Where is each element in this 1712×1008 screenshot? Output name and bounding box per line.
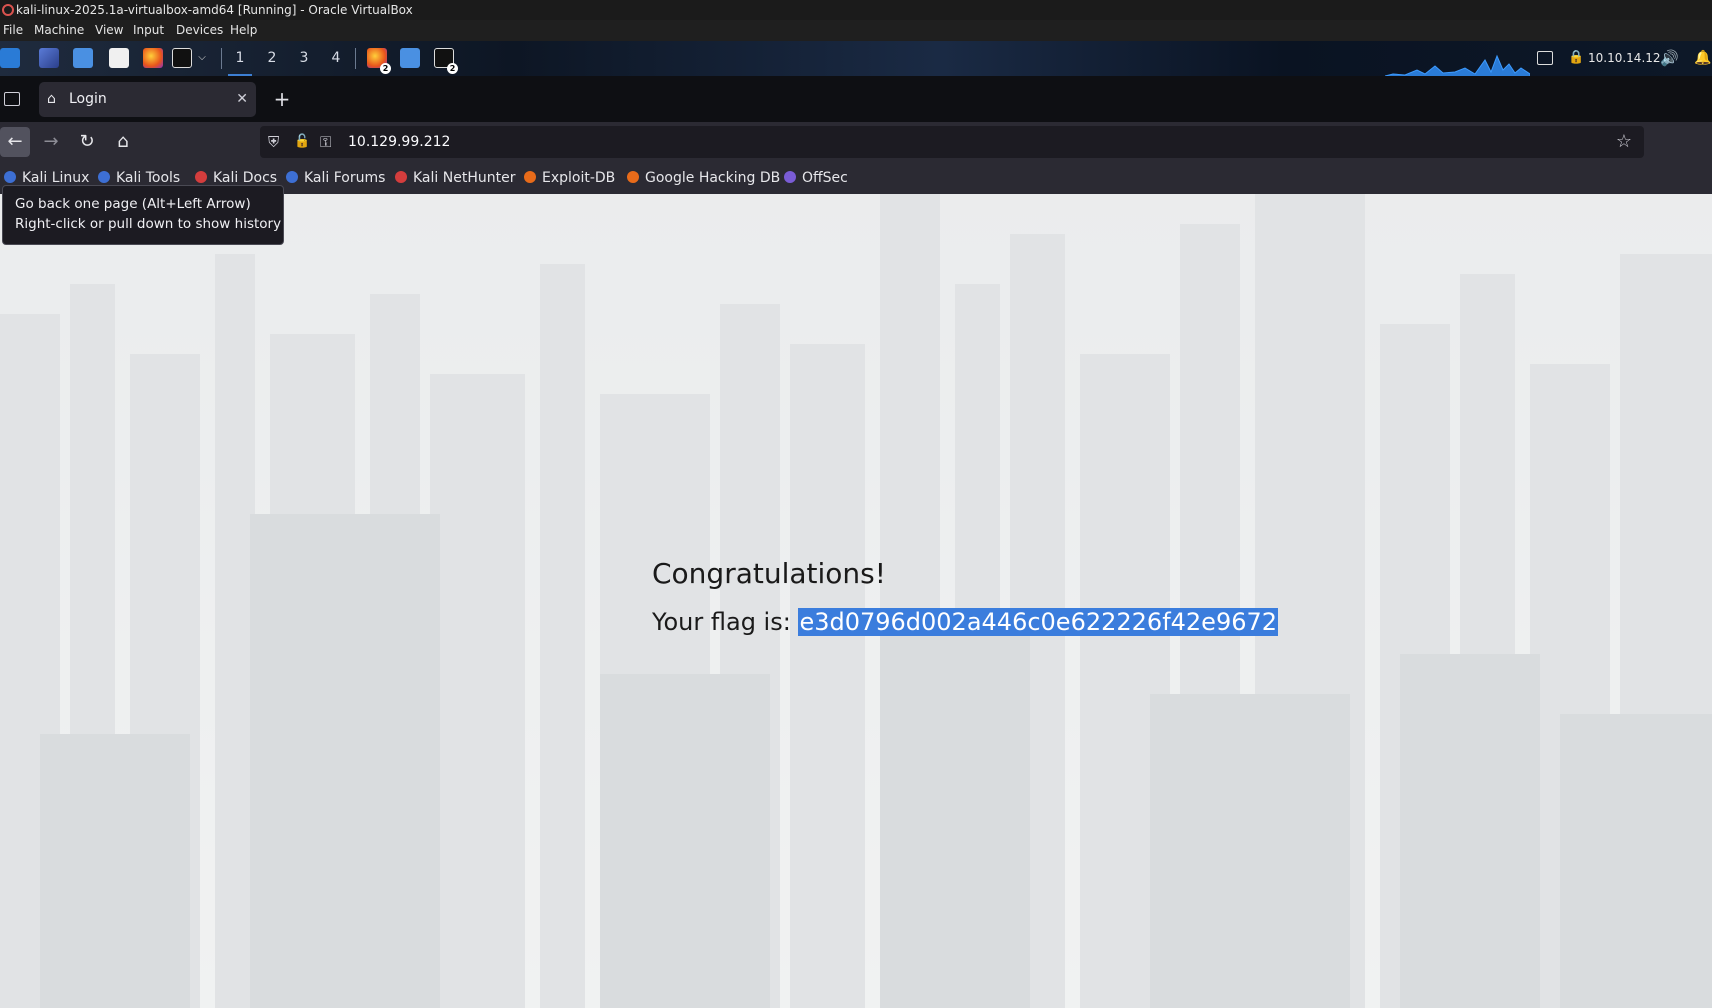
vpn-ip-address: 10.10.14.12 bbox=[1588, 51, 1661, 65]
network-lock-icon[interactable]: 🔒 bbox=[1568, 50, 1584, 66]
vbox-title-bar: kali-linux-2025.1a-virtualbox-amd64 [Run… bbox=[0, 0, 1712, 20]
back-button-tooltip: Go back one page (Alt+Left Arrow) Right-… bbox=[2, 185, 284, 245]
panel-separator bbox=[221, 48, 222, 69]
flag-value[interactable]: e3d0796d002a446c0e622226f42e9672 bbox=[798, 608, 1279, 636]
browser-nav-bar: ← → ↻ ⌂ ⛨ 🔓 ⚿ 10.129.99.212 ☆ bbox=[0, 122, 1712, 162]
window-count-badge: 2 bbox=[447, 63, 458, 74]
volume-icon[interactable]: 🔊 bbox=[1660, 50, 1679, 66]
forward-button[interactable]: → bbox=[36, 127, 66, 157]
flag-message: Congratulations! Your flag is: e3d0796d0… bbox=[652, 556, 1279, 638]
kali-menu-icon[interactable] bbox=[0, 48, 20, 68]
bookmark-offsec[interactable]: OffSec bbox=[784, 162, 848, 194]
kali-nethunter-icon bbox=[395, 171, 407, 183]
menu-input[interactable]: Input bbox=[133, 20, 164, 41]
virtualbox-icon bbox=[2, 4, 14, 16]
desktop-icon[interactable] bbox=[39, 48, 59, 68]
back-button[interactable]: ← bbox=[0, 127, 30, 157]
insecure-lock-icon[interactable]: 🔓 bbox=[294, 126, 310, 158]
bookmark-star-icon[interactable]: ☆ bbox=[1616, 126, 1632, 158]
window-title: kali-linux-2025.1a-virtualbox-amd64 [Run… bbox=[16, 3, 413, 17]
text-editor-icon[interactable] bbox=[109, 48, 129, 68]
firefox-icon[interactable] bbox=[143, 48, 163, 68]
window-count-badge: 2 bbox=[380, 63, 391, 74]
menu-file[interactable]: File bbox=[3, 20, 23, 41]
reload-button[interactable]: ↻ bbox=[72, 127, 102, 157]
bookmark-google-hacking-db[interactable]: Google Hacking DB bbox=[627, 162, 780, 194]
workspace-4[interactable]: 4 bbox=[324, 41, 348, 76]
shield-icon[interactable]: ⛨ bbox=[268, 126, 279, 158]
web-page: Congratulations! Your flag is: e3d0796d0… bbox=[0, 194, 1712, 1008]
workspace-2[interactable]: 2 bbox=[260, 41, 284, 76]
flag-line: Your flag is: e3d0796d002a446c0e622226f4… bbox=[652, 606, 1279, 638]
key-icon[interactable]: ⚿ bbox=[320, 126, 331, 158]
menu-machine[interactable]: Machine bbox=[34, 20, 84, 41]
panel-separator bbox=[355, 48, 356, 69]
notification-bell-icon[interactable]: 🔔 bbox=[1694, 50, 1711, 66]
kali-forums-icon bbox=[286, 171, 298, 183]
home-button[interactable]: ⌂ bbox=[108, 127, 138, 157]
close-tab-icon[interactable]: ✕ bbox=[236, 82, 248, 117]
vbox-menu-bar: File Machine View Input Devices Help bbox=[0, 20, 1712, 41]
cpu-graph bbox=[1385, 54, 1530, 76]
workspace-3[interactable]: 3 bbox=[292, 41, 316, 76]
offsec-icon bbox=[784, 171, 796, 183]
bookmark-kali-forums[interactable]: Kali Forums bbox=[286, 162, 385, 194]
menu-devices[interactable]: Devices bbox=[176, 20, 223, 41]
bookmark-kali-nethunter[interactable]: Kali NetHunter bbox=[395, 162, 515, 194]
display-icon[interactable] bbox=[1537, 51, 1553, 65]
kali-docs-icon bbox=[195, 171, 207, 183]
new-tab-button[interactable]: + bbox=[272, 76, 292, 122]
address-bar[interactable]: ⛨ 🔓 ⚿ 10.129.99.212 ☆ bbox=[260, 126, 1644, 158]
menu-view[interactable]: View bbox=[95, 20, 123, 41]
list-all-tabs-icon[interactable] bbox=[4, 92, 20, 106]
kali-tools-icon bbox=[98, 171, 110, 183]
browser-tab-bar bbox=[0, 76, 1712, 122]
home-favicon-icon: ⌂ bbox=[47, 91, 56, 107]
flag-label: Your flag is: bbox=[652, 608, 799, 636]
terminal-icon[interactable] bbox=[172, 48, 192, 68]
chevron-down-icon[interactable]: ⌵ bbox=[196, 51, 208, 65]
congratulations-heading: Congratulations! bbox=[652, 557, 886, 590]
tooltip-line-2: Right-click or pull down to show history bbox=[15, 216, 282, 232]
url-text[interactable]: 10.129.99.212 bbox=[348, 126, 450, 158]
folder-window-icon[interactable] bbox=[400, 48, 420, 68]
workspace-1[interactable]: 1 bbox=[228, 41, 252, 76]
file-manager-icon[interactable] bbox=[73, 48, 93, 68]
bookmark-exploit-db[interactable]: Exploit-DB bbox=[524, 162, 615, 194]
tab-login[interactable]: ⌂ Login ✕ bbox=[39, 82, 256, 117]
tab-title: Login bbox=[69, 91, 107, 107]
exploit-db-icon bbox=[524, 171, 536, 183]
menu-help[interactable]: Help bbox=[230, 20, 257, 41]
google-hacking-db-icon bbox=[627, 171, 639, 183]
tooltip-line-1: Go back one page (Alt+Left Arrow) bbox=[15, 196, 251, 212]
kali-linux-icon bbox=[4, 171, 16, 183]
